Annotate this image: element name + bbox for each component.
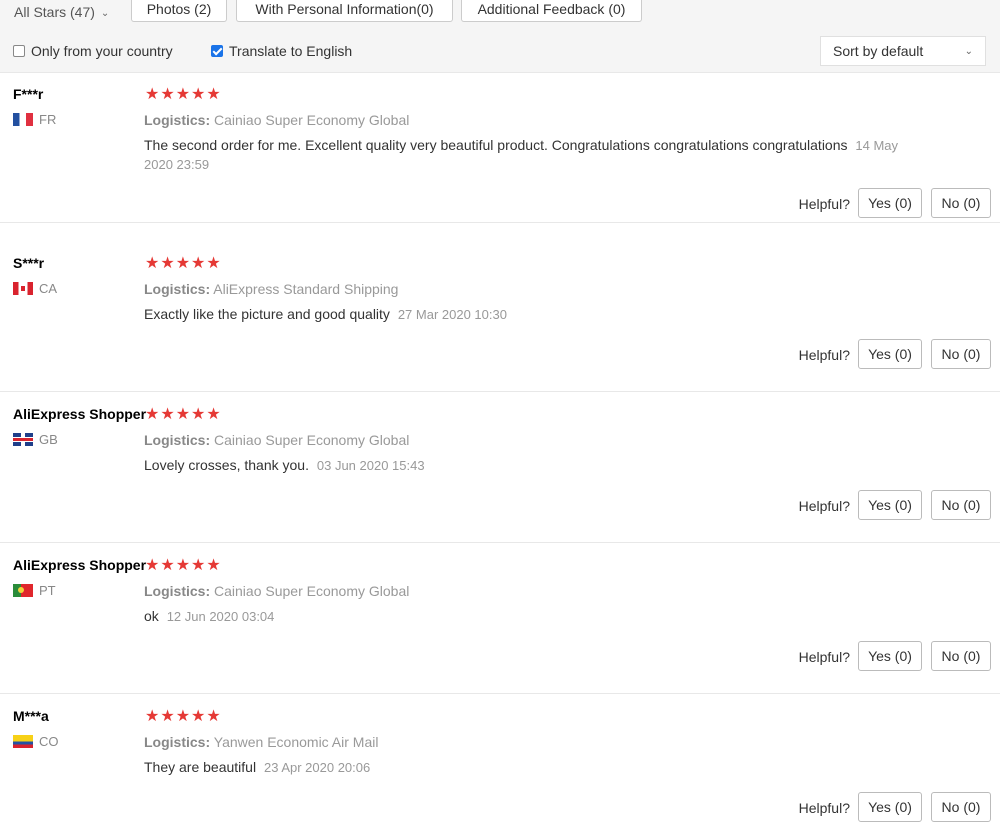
review-date: 03 Jun 2020 15:43 xyxy=(316,458,425,473)
review-body: Lovely crosses, thank you. xyxy=(144,457,309,473)
flag-ca-icon xyxy=(13,282,33,295)
chevron-down-icon: ⌄ xyxy=(964,46,973,57)
helpful-yes-button[interactable]: Yes (0) xyxy=(858,641,922,671)
reviewer-name: AliExpress Shopper xyxy=(13,406,147,422)
review-body: Exactly like the picture and good qualit… xyxy=(144,306,390,322)
tab-photos[interactable]: Photos (2) xyxy=(131,0,227,22)
translate-checkbox[interactable]: Translate to English xyxy=(211,43,352,59)
logistics-value: AliExpress Standard Shipping xyxy=(213,281,399,297)
helpful-yes-button[interactable]: Yes (0) xyxy=(858,792,922,822)
logistics-line: Logistics: AliExpress Standard Shipping xyxy=(144,281,398,297)
helpful-label: Helpful? xyxy=(798,347,850,363)
only-from-country-checkbox[interactable]: Only from your country xyxy=(13,43,173,59)
review-item: S***r CA ★★★★★ Logistics: AliExpress Sta… xyxy=(0,241,1000,392)
review-date: 12 Jun 2020 03:04 xyxy=(166,609,275,624)
flag-co-icon xyxy=(13,735,33,748)
flag-gb-icon xyxy=(13,433,33,446)
review-text: Exactly like the picture and good qualit… xyxy=(144,305,904,324)
logistics-label: Logistics: xyxy=(144,734,211,750)
sort-dropdown[interactable]: Sort by default ⌄ xyxy=(820,36,986,66)
review-item: AliExpress Shopper GB ★★★★★ Logistics: C… xyxy=(0,392,1000,543)
star-rating: ★★★★★ xyxy=(145,557,222,574)
country-code: GB xyxy=(39,432,58,447)
reviewer-country: FR xyxy=(13,112,56,127)
review-text: ok 12 Jun 2020 03:04 xyxy=(144,607,904,626)
logistics-label: Logistics: xyxy=(144,583,211,599)
logistics-line: Logistics: Cainiao Super Economy Global xyxy=(144,432,409,448)
star-rating: ★★★★★ xyxy=(145,86,222,103)
review-date: 23 Apr 2020 20:06 xyxy=(263,760,371,775)
helpful-no-button[interactable]: No (0) xyxy=(931,339,991,369)
helpful-label: Helpful? xyxy=(798,649,850,665)
logistics-label: Logistics: xyxy=(144,281,211,297)
review-item: M***a CO ★★★★★ Logistics: Yanwen Economi… xyxy=(0,694,1000,833)
tab-personal-information[interactable]: With Personal Information(0) xyxy=(236,0,453,22)
helpful-label: Helpful? xyxy=(798,498,850,514)
country-code: FR xyxy=(39,112,57,127)
review-item: AliExpress Shopper PT ★★★★★ Logistics: C… xyxy=(0,543,1000,694)
flag-pt-icon xyxy=(13,584,33,597)
options-row: Only from your country Translate to Engl… xyxy=(0,36,1000,66)
reviewer-country: CA xyxy=(13,281,57,296)
review-filter-bar: All Stars (47) ⌄ Photos (2) With Persona… xyxy=(0,0,1000,73)
review-text: The second order for me. Excellent quali… xyxy=(144,136,904,174)
helpful-no-button[interactable]: No (0) xyxy=(931,490,991,520)
star-rating: ★★★★★ xyxy=(145,406,222,423)
chevron-down-icon: ⌄ xyxy=(100,7,110,19)
flag-fr-icon xyxy=(13,113,33,126)
star-filter-label: All Stars (47) xyxy=(14,4,95,20)
only-country-box[interactable] xyxy=(13,45,25,57)
helpful-label: Helpful? xyxy=(798,800,850,816)
logistics-value: Cainiao Super Economy Global xyxy=(214,432,410,448)
reviewer-name: F***r xyxy=(13,86,44,102)
review-body: They are beautiful xyxy=(144,759,257,775)
reviewer-name: M***a xyxy=(13,708,49,724)
star-filter-dropdown[interactable]: All Stars (47) ⌄ xyxy=(14,4,109,20)
country-code: CO xyxy=(39,734,59,749)
reviewer-name: S***r xyxy=(13,255,45,271)
helpful-yes-button[interactable]: Yes (0) xyxy=(858,490,922,520)
helpful-no-button[interactable]: No (0) xyxy=(931,792,991,822)
reviewer-country: GB xyxy=(13,432,58,447)
reviewer-country: CO xyxy=(13,734,59,749)
country-code: PT xyxy=(39,583,56,598)
tab-additional-feedback[interactable]: Additional Feedback (0) xyxy=(461,0,642,22)
review-date: 27 Mar 2020 10:30 xyxy=(397,307,507,322)
logistics-line: Logistics: Cainiao Super Economy Global xyxy=(144,112,409,128)
country-code: CA xyxy=(39,281,58,296)
filter-row: All Stars (47) ⌄ Photos (2) With Persona… xyxy=(0,0,1000,28)
logistics-line: Logistics: Cainiao Super Economy Global xyxy=(144,583,409,599)
logistics-label: Logistics: xyxy=(144,432,211,448)
logistics-value: Yanwen Economic Air Mail xyxy=(213,734,379,750)
review-text: They are beautiful 23 Apr 2020 20:06 xyxy=(144,758,904,777)
review-body: The second order for me. Excellent quali… xyxy=(144,137,848,153)
logistics-label: Logistics: xyxy=(144,112,211,128)
review-text: Lovely crosses, thank you. 03 Jun 2020 1… xyxy=(144,456,904,475)
reviewer-name: AliExpress Shopper xyxy=(13,557,147,573)
helpful-no-button[interactable]: No (0) xyxy=(931,641,991,671)
only-country-label: Only from your country xyxy=(31,43,173,59)
review-body: ok xyxy=(144,608,159,624)
star-rating: ★★★★★ xyxy=(145,708,222,725)
helpful-yes-button[interactable]: Yes (0) xyxy=(858,188,922,218)
helpful-no-button[interactable]: No (0) xyxy=(931,188,991,218)
logistics-value: Cainiao Super Economy Global xyxy=(214,112,410,128)
reviewer-country: PT xyxy=(13,583,56,598)
translate-box[interactable] xyxy=(211,45,223,57)
review-item: F***r FR ★★★★★ Logistics: Cainiao Super … xyxy=(0,72,1000,223)
logistics-value: Cainiao Super Economy Global xyxy=(214,583,410,599)
helpful-label: Helpful? xyxy=(798,196,850,212)
star-rating: ★★★★★ xyxy=(145,255,222,272)
logistics-line: Logistics: Yanwen Economic Air Mail xyxy=(144,734,378,750)
translate-label: Translate to English xyxy=(229,43,353,59)
sort-label: Sort by default xyxy=(833,43,924,59)
helpful-yes-button[interactable]: Yes (0) xyxy=(858,339,922,369)
